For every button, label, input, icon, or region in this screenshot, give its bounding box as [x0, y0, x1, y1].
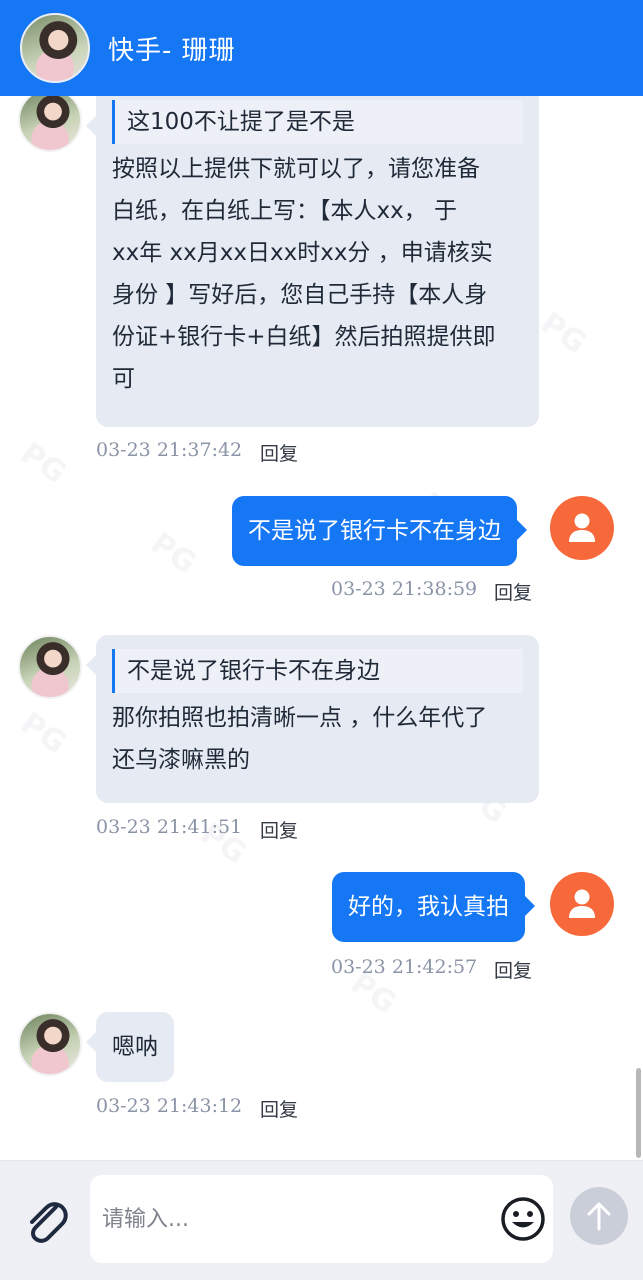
contact-avatar[interactable] [18, 96, 82, 152]
user-avatar[interactable] [550, 496, 614, 560]
message-timestamp: 03-23 21:43:12 [96, 1095, 243, 1117]
message-bubble[interactable]: 不是说了银行卡不在身边 那你拍照也拍清晰一点 ，什么年代了 还乌漆嘛黑的 [86, 635, 539, 803]
message-timestamp: 03-23 21:42:57 [331, 956, 478, 978]
message-text-line: 可 [112, 366, 135, 392]
message-text-line: 按照以上提供下就可以了，请您准备 [112, 156, 480, 182]
message-bubble[interactable]: 嗯呐 [86, 1012, 174, 1082]
message-bubble[interactable]: 不是说了银行卡不在身边 [232, 496, 527, 566]
message-timestamp: 03-23 21:41:51 [96, 816, 243, 838]
watermark: PG [534, 305, 593, 362]
input-bar [0, 1160, 643, 1280]
contact-avatar[interactable] [18, 635, 82, 699]
watermark: PG [14, 705, 73, 762]
reply-link[interactable]: 回复 [260, 816, 298, 843]
watermark: PG [144, 525, 203, 582]
message-text-line: 身份 】写好后，您自己手持【本人身 [112, 282, 488, 308]
message-bubble[interactable]: 这100不让提了是不是 按照以上提供下就可以了，请您准备 白纸，在白纸上写：【本… [86, 96, 539, 427]
reply-link[interactable]: 回复 [494, 956, 532, 983]
person-icon [569, 513, 595, 542]
message-list[interactable]: PG PG PG PG PG PG PG PG PG 这100不让提了是不是 按… [0, 96, 643, 1160]
message-bubble[interactable]: 好的，我认真拍 [332, 872, 535, 942]
message-timestamp: 03-23 21:37:42 [96, 439, 243, 461]
message-input[interactable] [102, 1197, 482, 1241]
send-button[interactable] [570, 1187, 628, 1245]
person-icon [569, 889, 595, 918]
quoted-message[interactable]: 不是说了银行卡不在身边 [112, 649, 523, 693]
message-text-line: 白纸，在白纸上写：【本人xx， 于 [112, 198, 458, 224]
watermark: PG [14, 435, 73, 492]
smiley-icon[interactable] [499, 1195, 547, 1243]
contact-avatar[interactable] [20, 13, 90, 83]
paperclip-icon[interactable] [18, 1193, 72, 1247]
message-text-line: xx年 xx月xx日xx时xx分 ，申请核实 [112, 240, 493, 266]
message-input-container[interactable] [90, 1175, 553, 1263]
message-text-line: 那你拍照也拍清晰一点 ，什么年代了 [112, 705, 488, 731]
scrollbar[interactable] [636, 1068, 641, 1158]
arrow-up-icon [587, 1202, 611, 1231]
message-text-line: 还乌漆嘛黑的 [112, 747, 250, 773]
user-avatar[interactable] [550, 872, 614, 936]
contact-avatar[interactable] [18, 1012, 82, 1076]
message-timestamp: 03-23 21:38:59 [331, 578, 478, 600]
contact-name: 快手- 珊珊 [108, 35, 236, 66]
reply-link[interactable]: 回复 [260, 439, 298, 466]
message-text-line: 份证+银行卡+白纸】然后拍照提供即 [112, 324, 496, 350]
reply-link[interactable]: 回复 [494, 578, 532, 605]
chat-header: 快手- 珊珊 [0, 0, 643, 96]
reply-link[interactable]: 回复 [260, 1095, 298, 1122]
quoted-message[interactable]: 这100不让提了是不是 [112, 100, 523, 144]
